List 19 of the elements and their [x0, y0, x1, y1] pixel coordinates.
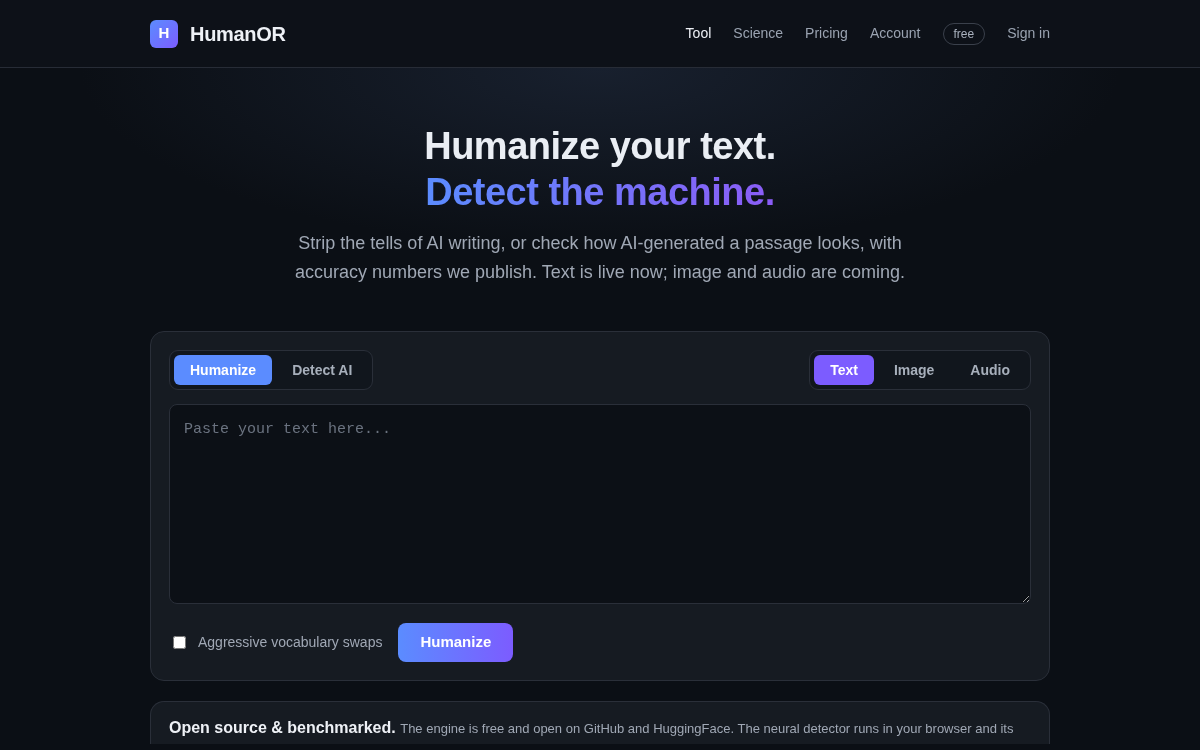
- info-text: The engine is free and open on GitHub and HuggingFace. The neural detector runs in your browser and its: [400, 721, 1014, 736]
- sign-in-link[interactable]: Sign in: [1007, 23, 1050, 44]
- info-title: Open source & benchmarked.: [169, 719, 396, 736]
- mode-tab[interactable]: Detect AI: [276, 355, 369, 385]
- aggressive-swaps-label[interactable]: Aggressive vocabulary swaps: [198, 632, 383, 653]
- hero-description: Strip the tells of AI writing, or check how AI-generated a passage looks, with accuracy numbers we publish. Text is live now; image and audio are coming.: [294, 232, 906, 284]
- humanize-button[interactable]: Humanize: [398, 623, 514, 662]
- nav-link[interactable]: Science: [733, 23, 784, 44]
- media-tab[interactable]: Text: [814, 355, 874, 385]
- text-input-field[interactable]: Paste your text here...: [169, 404, 1031, 604]
- media-tab[interactable]: Image: [877, 355, 951, 385]
- nav-link[interactable]: Account: [869, 23, 921, 44]
- brand-name[interactable]: HumanOR: [190, 18, 286, 49]
- hero-title: Humanize your text.: [423, 124, 777, 169]
- nav-link[interactable]: Tool: [685, 23, 712, 44]
- media-tab[interactable]: Audio: [954, 355, 1026, 385]
- nav-link[interactable]: Pricing: [805, 23, 848, 44]
- logo-tile[interactable]: H: [150, 19, 178, 48]
- aggressive-swaps-checkbox[interactable]: [173, 636, 186, 649]
